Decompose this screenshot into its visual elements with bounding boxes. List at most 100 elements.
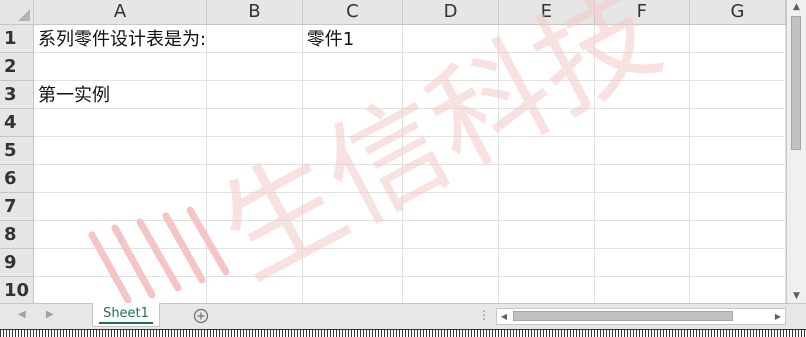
horizontal-scroll-thumb[interactable] [513, 311, 733, 321]
column-header-f[interactable]: F [594, 0, 691, 25]
row-header[interactable]: 1 [0, 24, 34, 53]
scroll-right-arrow-icon[interactable]: ▶ [771, 309, 785, 324]
cell-g3[interactable] [689, 80, 786, 109]
cell-b5[interactable] [206, 136, 303, 165]
row-header[interactable]: 3 [0, 80, 34, 109]
cell-f7[interactable] [594, 192, 691, 221]
cell-a10[interactable] [33, 276, 208, 303]
previous-sheet-arrow-icon[interactable]: ◀ [18, 309, 26, 320]
cell-f3[interactable] [594, 80, 691, 109]
cell-d9[interactable] [402, 248, 500, 277]
cell-b6[interactable] [206, 164, 303, 193]
row-header[interactable]: 2 [0, 52, 34, 81]
cell-d1[interactable] [402, 24, 500, 53]
vertical-scroll-thumb[interactable] [791, 16, 801, 150]
cell-f2[interactable] [594, 52, 691, 81]
row-header[interactable]: 4 [0, 108, 34, 137]
column-header-c[interactable]: C [302, 0, 404, 25]
cell-f10[interactable] [594, 276, 691, 303]
cell-b2[interactable] [206, 52, 303, 81]
cell-f1[interactable] [594, 24, 691, 53]
cell-d4[interactable] [402, 108, 500, 137]
cell-c4[interactable] [302, 108, 404, 137]
cell-d2[interactable] [402, 52, 500, 81]
cell-g1[interactable] [689, 24, 786, 53]
cell-f9[interactable] [594, 248, 691, 277]
cell-d5[interactable] [402, 136, 500, 165]
cell-d8[interactable] [402, 220, 500, 249]
row-header[interactable]: 9 [0, 248, 34, 277]
select-all-corner[interactable] [0, 0, 34, 25]
tab-splitter-handle-icon[interactable]: ⋮ [478, 308, 490, 322]
cell-e8[interactable] [498, 220, 595, 249]
cell-a9[interactable] [33, 248, 208, 277]
vertical-scrollbar[interactable]: ▲ ▼ [787, 0, 806, 303]
cell-a5[interactable] [33, 136, 208, 165]
column-header-a[interactable]: A [33, 0, 208, 25]
cell-c5[interactable] [302, 136, 404, 165]
row-header[interactable]: 6 [0, 164, 34, 193]
cell-e2[interactable] [498, 52, 595, 81]
cell-b3[interactable] [206, 80, 303, 109]
cell-c1[interactable]: 零件1 [302, 24, 404, 53]
column-header-g[interactable]: G [689, 0, 786, 25]
cell-a8[interactable] [33, 220, 208, 249]
cell-g2[interactable] [689, 52, 786, 81]
cell-g9[interactable] [689, 248, 786, 277]
cell-c2[interactable] [302, 52, 404, 81]
cell-a2[interactable] [33, 52, 208, 81]
cell-d3[interactable] [402, 80, 500, 109]
cell-b8[interactable] [206, 220, 303, 249]
cell-f5[interactable] [594, 136, 691, 165]
sheet-tab-sheet1[interactable]: Sheet1 [92, 303, 160, 327]
next-sheet-arrow-icon[interactable]: ▶ [46, 309, 54, 320]
cell-e10[interactable] [498, 276, 595, 303]
cell-a7[interactable] [33, 192, 208, 221]
cell-g5[interactable] [689, 136, 786, 165]
cell-f8[interactable] [594, 220, 691, 249]
scroll-up-arrow-icon[interactable]: ▲ [787, 0, 806, 14]
cell-g10[interactable] [689, 276, 786, 303]
cell-d7[interactable] [402, 192, 500, 221]
scroll-left-arrow-icon[interactable]: ◀ [497, 309, 511, 324]
cell-c9[interactable] [302, 248, 404, 277]
column-header-e[interactable]: E [498, 0, 595, 25]
row-header[interactable]: 8 [0, 220, 34, 249]
cell-b10[interactable] [206, 276, 303, 303]
cell-e1[interactable] [498, 24, 595, 53]
cell-c10[interactable] [302, 276, 404, 303]
cell-g6[interactable] [689, 164, 786, 193]
row-header[interactable]: 7 [0, 192, 34, 221]
cell-e5[interactable] [498, 136, 595, 165]
cell-g8[interactable] [689, 220, 786, 249]
row-header[interactable]: 5 [0, 136, 34, 165]
cell-e7[interactable] [498, 192, 595, 221]
cell-g4[interactable] [689, 108, 786, 137]
cell-b4[interactable] [206, 108, 303, 137]
row-header[interactable]: 10 [0, 276, 34, 303]
cell-e9[interactable] [498, 248, 595, 277]
cell-e6[interactable] [498, 164, 595, 193]
cell-f4[interactable] [594, 108, 691, 137]
cell-b7[interactable] [206, 192, 303, 221]
cell-b1[interactable] [206, 24, 303, 53]
cell-e4[interactable] [498, 108, 595, 137]
cell-e3[interactable] [498, 80, 595, 109]
cell-d10[interactable] [402, 276, 500, 303]
cell-b9[interactable] [206, 248, 303, 277]
cell-a6[interactable] [33, 164, 208, 193]
cell-f6[interactable] [594, 164, 691, 193]
column-header-d[interactable]: D [402, 0, 500, 25]
cell-d6[interactable] [402, 164, 500, 193]
cell-c7[interactable] [302, 192, 404, 221]
cell-c6[interactable] [302, 164, 404, 193]
column-header-b[interactable]: B [206, 0, 303, 25]
cell-g7[interactable] [689, 192, 786, 221]
cell-a1[interactable]: 系列零件设计表是为: [33, 24, 208, 53]
cell-a3[interactable]: 第一实例 [33, 80, 208, 109]
cell-c3[interactable] [302, 80, 404, 109]
cell-a4[interactable] [33, 108, 208, 137]
horizontal-scrollbar[interactable]: ◀ ▶ [496, 308, 786, 325]
cell-c8[interactable] [302, 220, 404, 249]
scroll-down-arrow-icon[interactable]: ▼ [787, 289, 806, 303]
